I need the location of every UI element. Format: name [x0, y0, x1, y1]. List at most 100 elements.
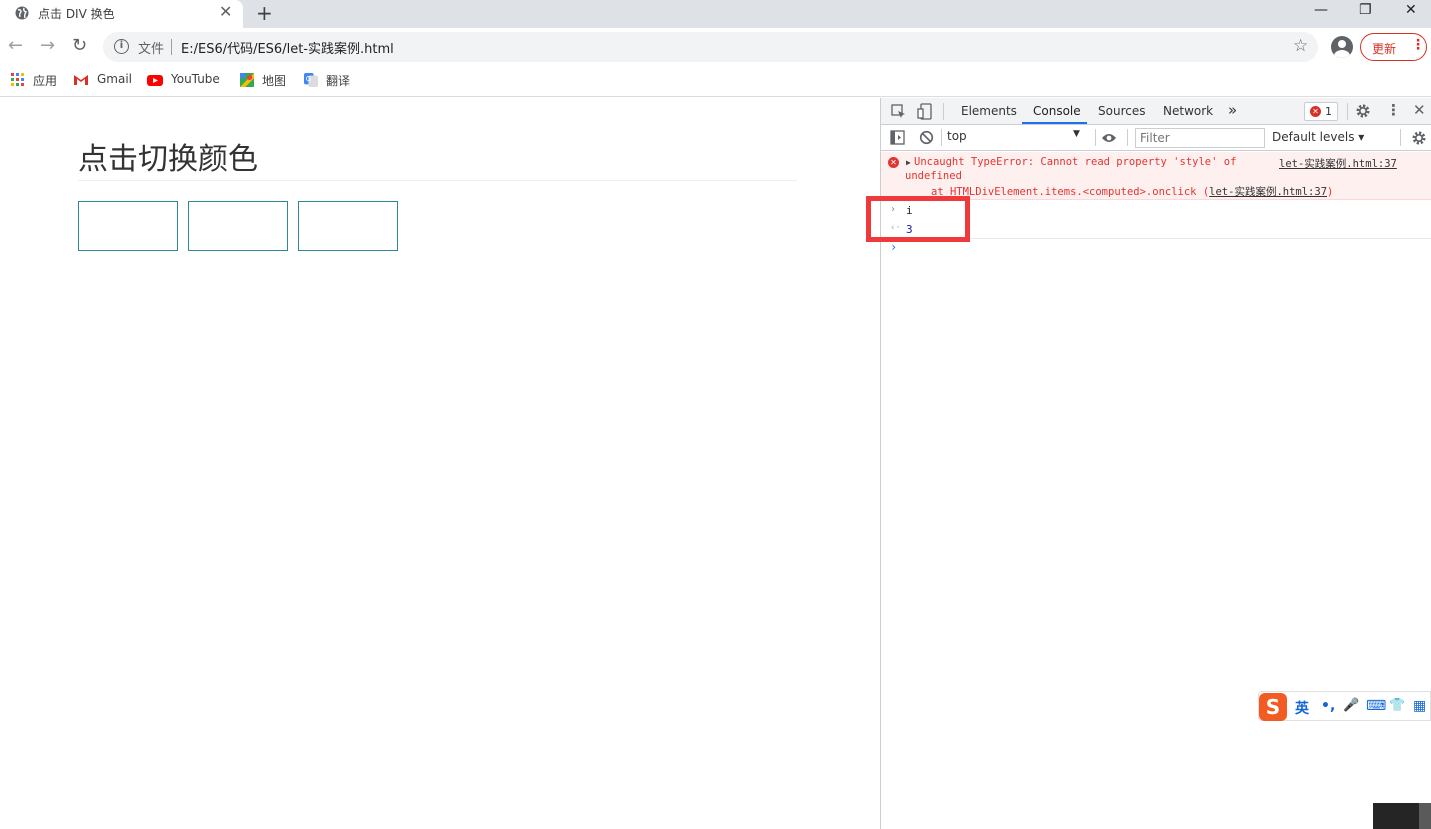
page-heading: 点击切换颜色 [78, 142, 258, 177]
devtools-tab-bar: Elements Console Sources Network » ✕ 1 ⋮… [881, 98, 1431, 125]
color-box-2[interactable] [188, 201, 288, 251]
highlight-annotation-box [866, 196, 970, 242]
gmail-icon [74, 75, 88, 85]
tab-close-icon[interactable]: ✕ [219, 3, 232, 21]
ime-language-toggle[interactable]: 英 [1295, 698, 1309, 718]
ime-keyboard-icon[interactable]: ⌨ [1366, 698, 1386, 714]
active-tab-indicator [1022, 122, 1087, 124]
error-count-badge[interactable]: ✕ 1 [1304, 102, 1338, 121]
error-icon: ✕ [888, 157, 899, 168]
address-bar[interactable]: i 文件 E:/ES6/代码/ES6/let-实践案例.html ☆ [103, 32, 1318, 62]
stack-frame-suffix: ) [1327, 186, 1334, 198]
inspect-element-icon[interactable] [891, 104, 906, 119]
console-toolbar: top ▼ Default levels ▾ [881, 125, 1431, 151]
tab-network[interactable]: Network [1163, 104, 1213, 118]
live-expression-eye-icon[interactable] [1101, 132, 1117, 144]
devtools-close-icon[interactable]: ✕ [1413, 101, 1426, 119]
tab-strip: 点击 DIV 换色 ✕ + — ❐ ✕ [0, 0, 1431, 28]
new-tab-button[interactable]: + [256, 0, 273, 26]
ime-microphone-icon[interactable]: 🎤 [1343, 698, 1359, 713]
error-line-2: undefined [905, 170, 962, 182]
bookmark-label: 应用 [33, 74, 58, 88]
console-error-message[interactable]: ✕ ▶ Uncaught TypeError: Cannot read prop… [881, 152, 1431, 200]
translate-icon: G [304, 73, 318, 87]
web-page: 点击切换颜色 [0, 98, 880, 829]
heading-divider [78, 180, 797, 181]
ime-skin-icon[interactable]: 👕 [1389, 698, 1405, 713]
bookmark-label: YouTube [171, 72, 220, 86]
toolbar-divider [943, 103, 944, 120]
error-stack-line: at HTMLDivElement.items.<computed>.oncli… [931, 184, 1333, 199]
bookmarks-bar: 应用 Gmail YouTube 地图 G 翻译 [0, 66, 1431, 97]
tab-title: 点击 DIV 换色 [38, 7, 115, 21]
error-source-link[interactable]: let-实践案例.html:37 [1279, 156, 1397, 171]
toolbar-divider [1400, 129, 1401, 146]
update-label: 更新 [1372, 42, 1397, 56]
color-box-3[interactable] [298, 201, 398, 251]
browser-tab[interactable]: 点击 DIV 换色 ✕ [0, 0, 243, 28]
prompt-chevron-icon: › [890, 240, 898, 254]
toolbar-divider [1095, 129, 1096, 146]
bookmark-label: 翻译 [326, 74, 351, 88]
bookmark-translate[interactable]: G 翻译 [303, 72, 355, 90]
error-icon: ✕ [1310, 106, 1321, 117]
settings-gear-icon[interactable] [1355, 103, 1371, 119]
error-line-1: Uncaught TypeError: Cannot read property… [914, 156, 1237, 168]
update-button[interactable]: 更新 ⋮ [1360, 33, 1427, 61]
console-prompt[interactable]: › [881, 240, 1431, 259]
menu-dots-icon: ⋮ [1411, 37, 1425, 53]
log-levels-select[interactable]: Default levels ▾ [1272, 130, 1364, 144]
dropdown-arrow-icon: ▼ [1073, 129, 1080, 139]
ime-toolbox-icon[interactable]: ▦ [1413, 698, 1426, 714]
minimize-button[interactable]: — [1314, 0, 1328, 20]
svg-text:G: G [306, 75, 311, 83]
restore-button[interactable]: ❐ [1359, 0, 1372, 20]
sogou-logo-icon[interactable]: S [1259, 693, 1287, 721]
toolbar-divider [941, 129, 942, 146]
info-icon[interactable]: i [114, 39, 129, 54]
expand-triangle-icon[interactable]: ▶ [906, 158, 911, 167]
browser-toolbar: ← → ↻ i 文件 E:/ES6/代码/ES6/let-实践案例.html ☆… [0, 28, 1431, 66]
stack-frame-text: at HTMLDivElement.items.<computed>.oncli… [931, 186, 1210, 198]
toolbar-divider [1347, 103, 1348, 120]
profile-avatar-icon[interactable] [1331, 36, 1353, 58]
forward-button[interactable]: → [40, 36, 55, 56]
ime-toolbar: S 英 •, 🎤 ⌨ 👕 ▦ [1258, 691, 1431, 721]
maps-icon [240, 73, 254, 87]
context-select[interactable]: top ▼ [947, 129, 1087, 147]
scheme-label: 文件 [138, 42, 165, 57]
youtube-icon [147, 75, 163, 86]
error-count: 1 [1325, 105, 1332, 118]
bookmark-youtube[interactable]: YouTube [147, 72, 227, 90]
context-value: top [947, 129, 967, 143]
globe-icon [15, 6, 29, 20]
window-close-button[interactable]: ✕ [1405, 0, 1417, 20]
more-tabs-icon[interactable]: » [1228, 101, 1237, 119]
reload-button[interactable]: ↻ [72, 36, 87, 56]
tab-console[interactable]: Console [1033, 104, 1081, 118]
url-text[interactable]: E:/ES6/代码/ES6/let-实践案例.html [181, 38, 394, 57]
bookmark-apps[interactable]: 应用 [10, 72, 60, 90]
taskbar-corner [1373, 803, 1431, 829]
sidebar-toggle-icon[interactable] [890, 130, 905, 145]
tab-elements[interactable]: Elements [961, 104, 1017, 118]
ime-punctuation-icon[interactable]: •, [1321, 698, 1335, 714]
apps-grid-icon [11, 73, 24, 86]
console-filter-input[interactable] [1135, 128, 1265, 148]
omnibox-divider [171, 39, 172, 55]
stack-frame-link[interactable]: let-实践案例.html:37 [1209, 186, 1327, 198]
back-button[interactable]: ← [8, 36, 23, 56]
bookmark-gmail[interactable]: Gmail [73, 72, 133, 90]
toolbar-divider [1127, 129, 1128, 146]
bookmark-label: 地图 [262, 74, 287, 88]
color-box-1[interactable] [78, 201, 178, 251]
bookmark-maps[interactable]: 地图 [239, 72, 291, 90]
bookmark-star-icon[interactable]: ☆ [1293, 36, 1308, 56]
tab-sources[interactable]: Sources [1098, 104, 1145, 118]
device-toolbar-icon[interactable] [917, 103, 932, 120]
scroll-thumb [1419, 803, 1431, 829]
console-settings-gear-icon[interactable] [1411, 130, 1427, 146]
devtools-menu-icon[interactable]: ⋮ [1386, 101, 1401, 119]
clear-console-icon[interactable] [919, 130, 934, 145]
bookmark-label: Gmail [97, 72, 133, 86]
